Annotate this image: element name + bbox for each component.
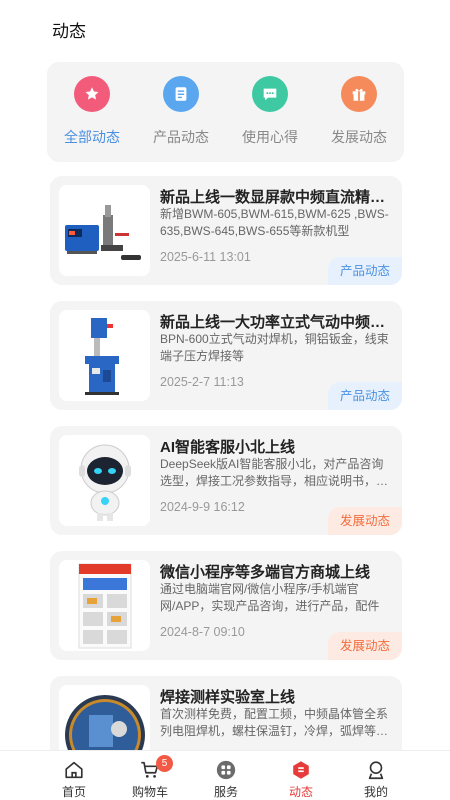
news-thumbnail (59, 435, 150, 526)
category-development[interactable]: 发展动态 (314, 76, 404, 147)
news-date: 2024-8-7 09:10 (160, 625, 245, 639)
tab-label: 购物车 (131, 785, 168, 799)
news-thumbnail (59, 560, 150, 651)
news-feed[interactable]: 新品上线一数显屏款中频直流精… 新增BWM-605,BWM-615,BWM-62… (0, 176, 450, 750)
news-date: 2024-9-9 16:12 (160, 500, 245, 514)
category-label: 产品动态 (153, 129, 209, 145)
tab-news[interactable]: 动态 (269, 759, 333, 800)
news-thumbnail (59, 685, 150, 750)
news-card[interactable]: AI智能客服小北上线 DeepSeek版AI智能客服小北，对产品咨询选型，焊接工… (50, 426, 402, 535)
news-description: DeepSeek版AI智能客服小北，对产品咨询选型，焊接工况参数指导，相应说明书… (160, 457, 389, 488)
category-experience[interactable]: 使用心得 (225, 76, 315, 147)
news-tag: 产品动态 (328, 382, 402, 410)
news-title: AI智能客服小北上线 (160, 439, 296, 456)
news-tag: 产品动态 (328, 257, 402, 285)
news-tag: 发展动态 (328, 632, 402, 660)
news-title: 微信小程序等多端官方商城上线 (160, 564, 371, 581)
news-thumbnail (59, 185, 150, 276)
category-label: 全部动态 (64, 129, 120, 145)
category-label: 使用心得 (242, 129, 298, 145)
news-title: 新品上线一大功率立式气动中频… (160, 314, 386, 331)
news-date: 2025-2-7 11:13 (160, 375, 244, 389)
bottom-tab-bar: 首页 5 购物车 服务 动态 我的 (0, 750, 450, 800)
news-description: BPN-600立式气动对焊机，铜铝钣金，线束端子压方焊接等 (160, 332, 389, 363)
gift-icon (341, 76, 377, 112)
news-title: 新品上线一数显屏款中频直流精… (160, 189, 386, 206)
tab-label: 我的 (363, 785, 388, 799)
news-card[interactable]: 新品上线一大功率立式气动中频… BPN-600立式气动对焊机，铜铝钣金，线束端子… (50, 301, 402, 410)
tab-home[interactable]: 首页 (42, 759, 106, 800)
tab-label: 服务 (213, 785, 238, 799)
tab-service[interactable]: 服务 (194, 759, 258, 800)
category-all[interactable]: 全部动态 (47, 76, 137, 147)
news-description: 通过电脑端官网/微信小程序/手机端官网/APP，实现产品咨询，进行产品，配件耗… (160, 582, 380, 613)
news-card[interactable]: 微信小程序等多端官方商城上线 通过电脑端官网/微信小程序/手机端官网/APP，实… (50, 551, 402, 660)
news-description: 首次测样免费，配置工频，中频晶体管全系列电阻焊机，螺柱保温钉，冷焊，弧焊等… (160, 707, 389, 738)
document-icon (163, 76, 199, 112)
category-bar: 全部动态 产品动态 使用心得 发展动态 (47, 62, 404, 162)
category-label: 发展动态 (331, 129, 387, 145)
tab-label: 动态 (288, 785, 313, 799)
news-card[interactable]: 焊接测样实验室上线 首次测样免费，配置工频，中频晶体管全系列电阻焊机，螺柱保温钉… (50, 676, 402, 750)
cart-count-badge: 5 (156, 755, 173, 772)
header: 动态 (0, 0, 450, 58)
home-icon (65, 761, 83, 779)
news-date: 2025-6-11 13:01 (160, 250, 251, 264)
tab-label: 首页 (61, 785, 86, 799)
news-icon (293, 761, 309, 779)
page-title: 动态 (52, 22, 86, 41)
news-title: 焊接测样实验室上线 (160, 689, 296, 706)
news-tag: 发展动态 (328, 507, 402, 535)
news-description: 新增BWM-605,BWM-615,BWM-625 ,BWS-635,BWS-6… (160, 207, 389, 238)
profile-icon (368, 761, 384, 780)
news-card[interactable]: 新品上线一数显屏款中频直流精… 新增BWM-605,BWM-615,BWM-62… (50, 176, 402, 285)
category-product[interactable]: 产品动态 (136, 76, 226, 147)
chat-icon (252, 76, 288, 112)
tab-cart[interactable]: 5 购物车 (118, 755, 182, 800)
grid-icon (216, 760, 236, 780)
news-thumbnail (59, 310, 150, 401)
star-badge-icon (74, 76, 110, 112)
tab-profile[interactable]: 我的 (344, 759, 408, 800)
